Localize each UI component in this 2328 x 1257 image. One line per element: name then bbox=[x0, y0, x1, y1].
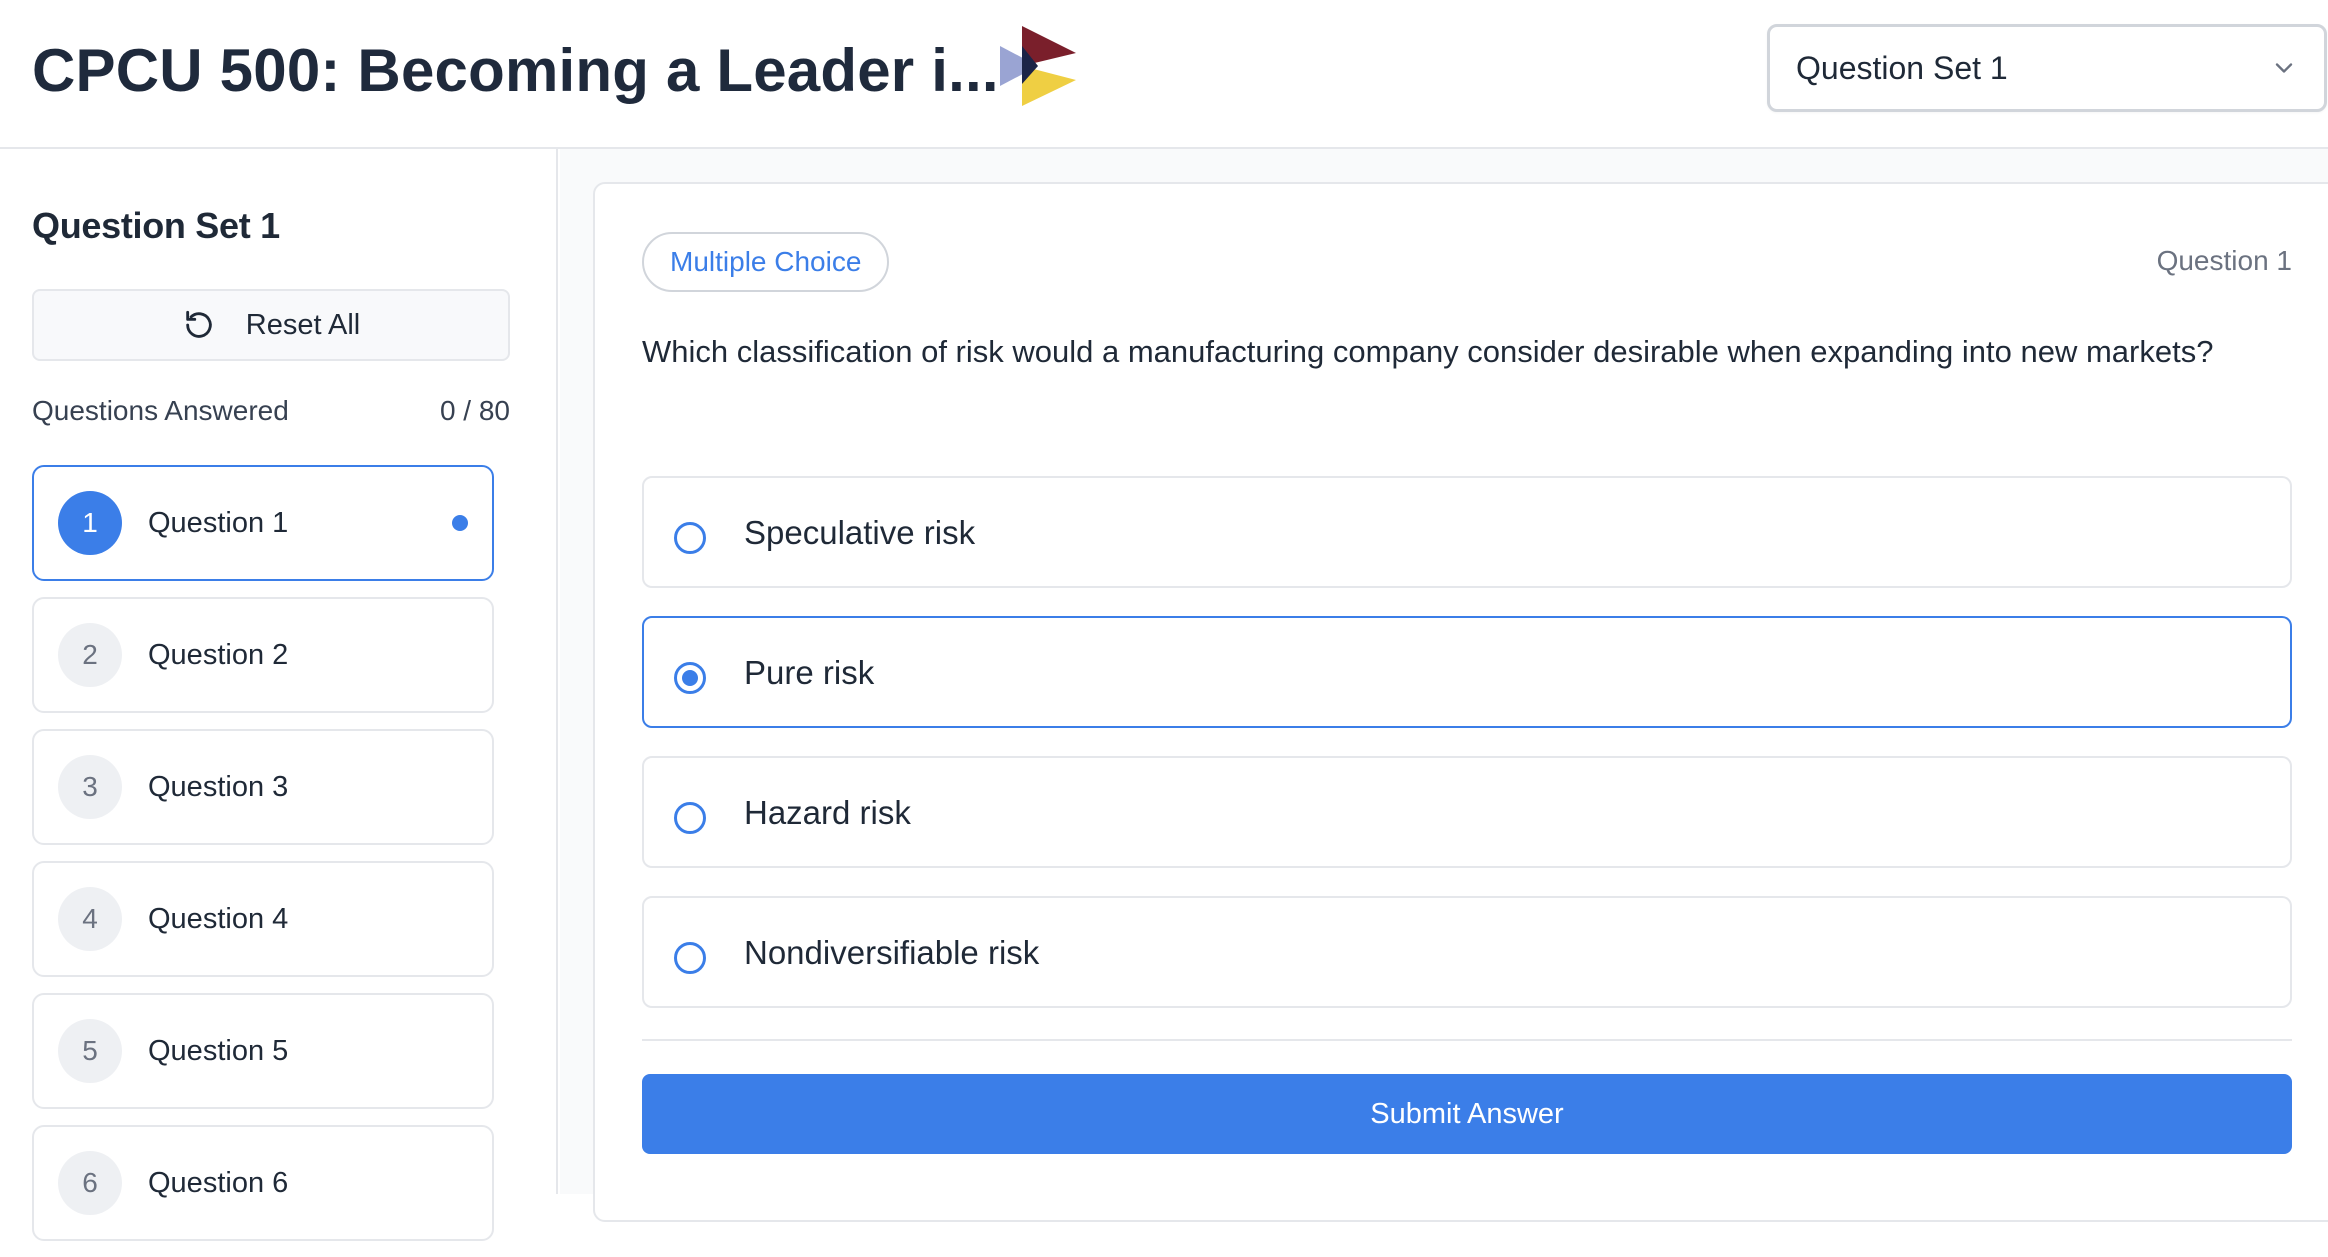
question-list-label: Question 3 bbox=[148, 770, 289, 803]
question-list-item[interactable]: 1 Question 1 bbox=[32, 465, 494, 581]
answer-options: Speculative risk Pure risk Hazard risk N… bbox=[642, 476, 2292, 1036]
question-list-item[interactable]: 4 Question 4 bbox=[32, 861, 494, 977]
radio-button[interactable] bbox=[674, 942, 706, 974]
reset-all-label: Reset All bbox=[245, 308, 361, 341]
question-list: 1 Question 1 2 Question 2 3 Question 3 4… bbox=[32, 465, 494, 1257]
answer-option[interactable]: Speculative risk bbox=[642, 476, 2292, 588]
question-counter: Question 1 bbox=[2156, 245, 2292, 276]
radio-button[interactable] bbox=[674, 522, 706, 554]
rotate-ccw-icon bbox=[186, 310, 212, 338]
question-number-badge: 1 bbox=[58, 491, 122, 555]
question-list-label: Question 6 bbox=[148, 1166, 289, 1199]
question-list-item[interactable]: 3 Question 3 bbox=[32, 729, 494, 845]
divider bbox=[642, 1039, 2292, 1041]
answer-option-label: Nondiversifiable risk bbox=[744, 934, 1040, 971]
question-number-badge: 6 bbox=[58, 1151, 122, 1215]
question-set-select-value: Question Set 1 bbox=[1796, 49, 2008, 86]
question-list-item[interactable]: 6 Question 6 bbox=[32, 1125, 494, 1241]
question-text: Which classification of risk would a man… bbox=[642, 334, 2214, 369]
progress-value: 0 / 80 bbox=[439, 395, 510, 426]
answer-option[interactable]: Hazard risk bbox=[642, 756, 2292, 868]
question-list-item[interactable]: 5 Question 5 bbox=[32, 993, 494, 1109]
question-set-select[interactable]: Question Set 1 bbox=[1767, 24, 2327, 112]
answer-option[interactable]: Nondiversifiable risk bbox=[642, 896, 2292, 1008]
progress-label: Questions Answered bbox=[32, 395, 289, 426]
question-list-label: Question 4 bbox=[148, 902, 289, 935]
question-list-label: Question 1 bbox=[148, 506, 289, 539]
question-type-badge: Multiple Choice bbox=[642, 232, 890, 292]
progress-row: Questions Answered 0 / 80 bbox=[32, 395, 510, 427]
chevron-down-icon bbox=[2275, 63, 2293, 73]
answer-option-label: Hazard risk bbox=[744, 794, 911, 831]
answer-option-label: Speculative risk bbox=[744, 514, 976, 551]
brand-logo-icon bbox=[1000, 26, 1076, 106]
sidebar-title: Question Set 1 bbox=[32, 205, 280, 246]
question-number-badge: 4 bbox=[58, 887, 122, 951]
question-list-label: Question 5 bbox=[148, 1034, 289, 1067]
answer-option[interactable]: Pure risk bbox=[642, 616, 2292, 728]
question-number-badge: 3 bbox=[58, 755, 122, 819]
radio-button[interactable] bbox=[674, 802, 706, 834]
question-number-badge: 5 bbox=[58, 1019, 122, 1083]
question-list-label: Question 2 bbox=[148, 638, 289, 671]
sidebar: Question Set 1 Reset All Questions Answe… bbox=[0, 149, 558, 1241]
question-list-item[interactable]: 2 Question 2 bbox=[32, 597, 494, 713]
submit-answer-button[interactable]: Submit Answer bbox=[642, 1074, 2292, 1154]
radio-button[interactable] bbox=[674, 662, 706, 694]
app-title: CPCU 500: Becoming a Leader i... bbox=[32, 37, 999, 104]
reset-all-button[interactable]: Reset All bbox=[32, 289, 510, 361]
question-number-badge: 2 bbox=[58, 623, 122, 687]
top-bar: CPCU 500: Becoming a Leader i... Questio… bbox=[0, 0, 2328, 149]
current-indicator-dot bbox=[452, 515, 468, 531]
answer-option-label: Pure risk bbox=[744, 654, 875, 691]
